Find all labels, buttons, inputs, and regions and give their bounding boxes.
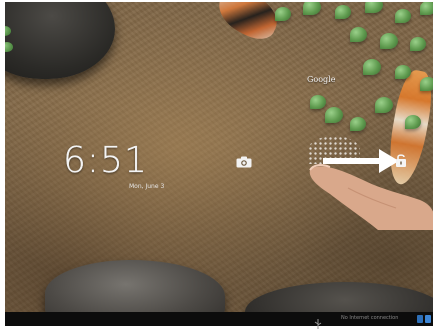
wallpaper-leaves <box>255 2 433 152</box>
connection-status-text: No Internet connection <box>341 315 399 321</box>
wallpaper-stone <box>5 2 115 79</box>
tablet-screenshot: 6:51 Mon, June 3 Google No Internet conn… <box>0 0 437 329</box>
unlock-padlock-icon[interactable] <box>395 152 407 167</box>
lock-screen: 6:51 Mon, June 3 Google <box>5 2 433 326</box>
system-status-bar: No Internet connection <box>5 312 433 329</box>
usb-icon <box>314 314 322 329</box>
status-indicator-icon <box>417 315 423 323</box>
swipe-arrow-icon <box>323 149 399 173</box>
status-indicator-icon <box>425 315 431 323</box>
wallpaper-leaves <box>5 2 19 82</box>
camera-icon[interactable] <box>236 153 252 168</box>
lock-screen-date: Mon, June 3 <box>129 183 165 190</box>
google-logo: Google <box>307 75 336 84</box>
lock-screen-clock: 6:51 <box>63 140 148 181</box>
